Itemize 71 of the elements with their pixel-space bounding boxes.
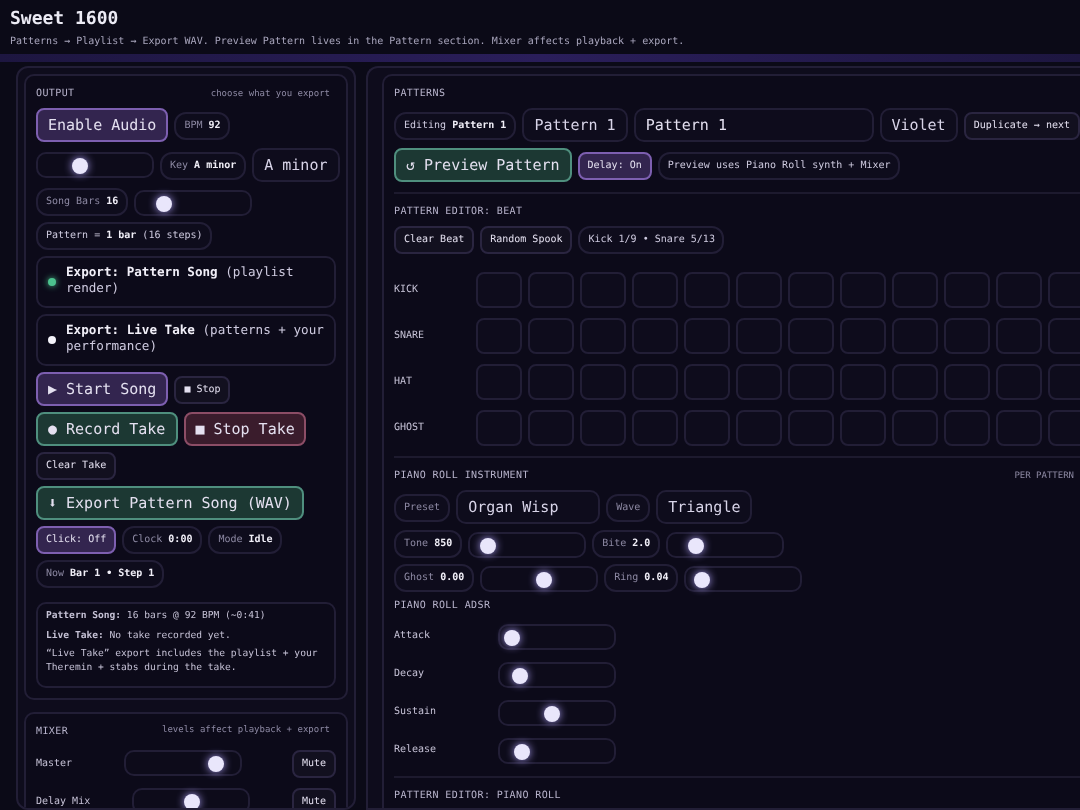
slider-thumb[interactable] <box>155 195 172 211</box>
step-pad[interactable] <box>788 410 834 446</box>
slider-track[interactable] <box>134 189 253 215</box>
step-pad[interactable] <box>684 364 730 400</box>
slider-thumb[interactable] <box>72 158 89 174</box>
slider-thumb[interactable] <box>479 537 496 553</box>
slider-thumb[interactable] <box>536 571 553 587</box>
slider-thumb[interactable] <box>687 537 704 553</box>
slider-track[interactable] <box>480 565 599 591</box>
slider-track[interactable] <box>666 531 785 557</box>
step-pad[interactable] <box>944 272 990 308</box>
slider-track[interactable] <box>684 565 803 591</box>
step-pad[interactable] <box>580 272 626 308</box>
slider-thumb[interactable] <box>208 756 225 773</box>
step-pad[interactable] <box>736 364 782 400</box>
step-pad[interactable] <box>580 410 626 446</box>
step-pad[interactable] <box>840 318 886 354</box>
slider-track[interactable] <box>498 623 616 649</box>
step-pad[interactable] <box>840 410 886 446</box>
app-title: Sweet 1600 <box>10 10 121 30</box>
step-pad[interactable] <box>944 410 990 446</box>
step-pad[interactable] <box>788 364 834 400</box>
slider-track[interactable] <box>498 699 616 725</box>
step-pad[interactable] <box>736 410 782 446</box>
step-pad[interactable] <box>684 318 730 354</box>
radio-button[interactable] <box>48 336 56 344</box>
step-pad[interactable] <box>996 410 1042 446</box>
step-pad[interactable] <box>528 364 574 400</box>
step-pad[interactable] <box>736 318 782 354</box>
step-pad[interactable] <box>996 364 1042 400</box>
step-pad[interactable] <box>996 318 1042 354</box>
slider-track[interactable] <box>123 750 241 777</box>
step-pad[interactable] <box>528 410 574 446</box>
slider-thumb[interactable] <box>511 667 528 683</box>
step-pad[interactable] <box>788 272 834 308</box>
step-pad[interactable] <box>632 272 678 308</box>
step-pad[interactable] <box>632 318 678 354</box>
step-pad[interactable] <box>528 318 574 354</box>
slider-track[interactable] <box>498 661 616 687</box>
slider-track[interactable] <box>498 737 616 763</box>
slider-thumb[interactable] <box>183 794 200 808</box>
step-pad[interactable] <box>840 272 886 308</box>
slider-track[interactable] <box>468 531 587 557</box>
step-pad[interactable] <box>892 318 938 354</box>
step-pad[interactable] <box>840 364 886 400</box>
step-pad[interactable] <box>944 318 990 354</box>
step-pad[interactable] <box>632 364 678 400</box>
step-pad[interactable] <box>476 318 522 354</box>
step-pad[interactable] <box>944 364 990 400</box>
step-pad[interactable] <box>580 364 626 400</box>
step-pad[interactable] <box>476 364 522 400</box>
step-pad[interactable] <box>892 410 938 446</box>
step-pad[interactable] <box>788 318 834 354</box>
step-pad[interactable] <box>684 410 730 446</box>
step-pad[interactable] <box>528 272 574 308</box>
step-pad[interactable] <box>476 410 522 446</box>
step-pad[interactable] <box>580 318 626 354</box>
step-pad[interactable] <box>736 272 782 308</box>
slider-thumb[interactable] <box>694 571 711 587</box>
slider-thumb[interactable] <box>514 743 531 759</box>
slider-track[interactable] <box>132 788 251 808</box>
slider-thumb[interactable] <box>504 629 521 645</box>
slider-track[interactable] <box>36 152 154 178</box>
step-pad[interactable] <box>996 272 1042 308</box>
step-pad[interactable] <box>892 364 938 400</box>
step-pad[interactable] <box>476 272 522 308</box>
step-pad[interactable] <box>684 272 730 308</box>
slider-thumb[interactable] <box>544 705 561 721</box>
step-pad[interactable] <box>632 410 678 446</box>
step-pad[interactable] <box>892 272 938 308</box>
radio-button[interactable] <box>48 278 56 286</box>
